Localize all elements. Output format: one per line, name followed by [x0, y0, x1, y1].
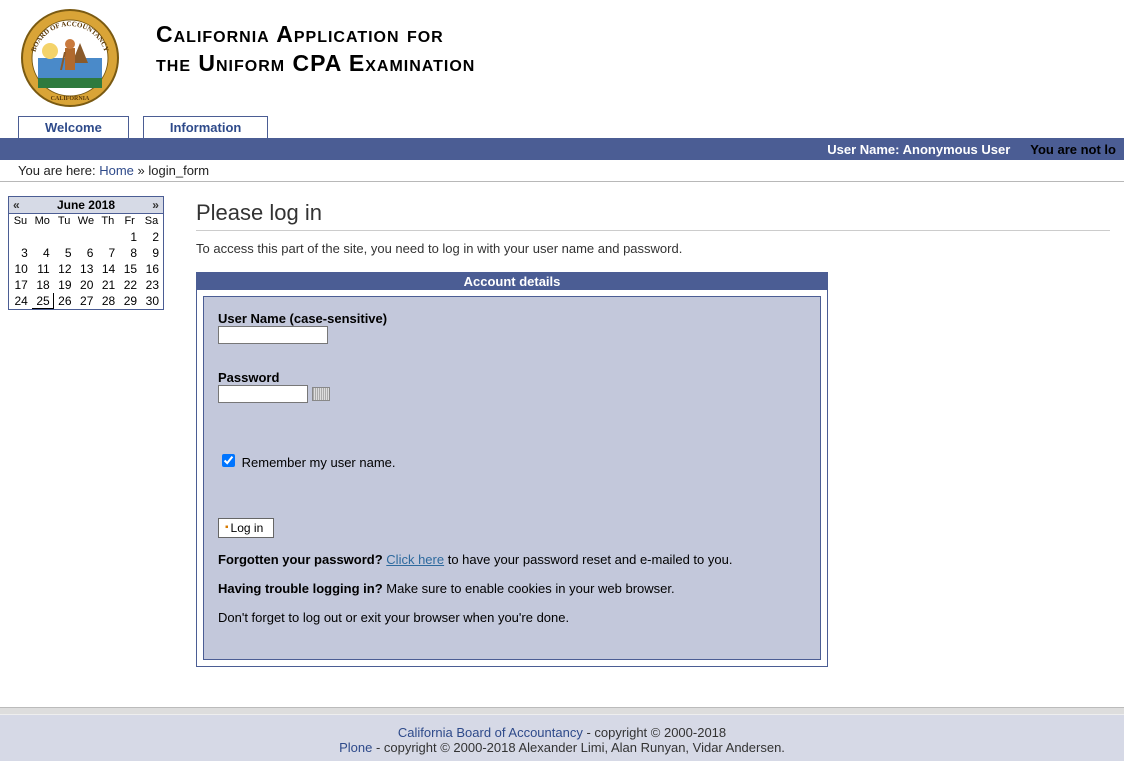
- calendar-dow: Sa: [141, 214, 163, 229]
- calendar-day[interactable]: 6: [75, 245, 97, 261]
- calendar-day[interactable]: 5: [53, 245, 75, 261]
- page-title: Please log in: [196, 200, 1110, 231]
- calendar-day: [97, 229, 119, 245]
- calendar-day[interactable]: 3: [10, 245, 32, 261]
- calendar-dow: Su: [10, 214, 32, 229]
- password-input[interactable]: [218, 385, 308, 403]
- calendar-day: [53, 229, 75, 245]
- calendar-day[interactable]: 7: [97, 245, 119, 261]
- app-title-line2: the Uniform CPA Examination: [156, 49, 475, 78]
- calendar-day[interactable]: 9: [141, 245, 163, 261]
- calendar-day[interactable]: 18: [31, 277, 53, 293]
- remember-checkbox[interactable]: [222, 454, 235, 467]
- calendar-next-button[interactable]: »: [150, 198, 161, 212]
- calendar-day: [10, 229, 32, 245]
- bullet-icon: ▪: [225, 523, 229, 533]
- breadcrumb: You are here: Home » login_form: [0, 160, 1124, 182]
- trouble-strong: Having trouble logging in?: [218, 581, 383, 596]
- calendar-prev-button[interactable]: «: [11, 198, 22, 212]
- account-heading: Account details: [197, 273, 827, 290]
- user-status-bar: User Name: Anonymous User You are not lo: [0, 138, 1124, 160]
- calendar-day[interactable]: 26: [53, 293, 75, 309]
- calendar-day[interactable]: 22: [119, 277, 141, 293]
- username-label: User Name (case-sensitive): [218, 311, 806, 326]
- calendar-dow: Fr: [119, 214, 141, 229]
- footer-link-plone[interactable]: Plone: [339, 740, 372, 755]
- calendar-widget: « June 2018 » SuMoTuWeThFrSa 12345678910…: [8, 196, 164, 310]
- calendar-day[interactable]: 29: [119, 293, 141, 309]
- calendar-day[interactable]: 24: [10, 293, 32, 309]
- footer: California Board of Accountancy - copyri…: [0, 715, 1124, 761]
- calendar-dow: Tu: [53, 214, 75, 229]
- calendar-day[interactable]: 25: [31, 293, 53, 309]
- calendar-day[interactable]: 14: [97, 261, 119, 277]
- remember-label-wrap[interactable]: Remember my user name.: [218, 455, 396, 470]
- calendar-day[interactable]: 20: [75, 277, 97, 293]
- footer-line1-rest: - copyright © 2000-2018: [586, 725, 726, 740]
- calendar-dow: We: [75, 214, 97, 229]
- calendar-grid: SuMoTuWeThFrSa 1234567891011121314151617…: [9, 214, 163, 309]
- calendar-day[interactable]: 17: [10, 277, 32, 293]
- virtual-keyboard-icon[interactable]: [312, 387, 330, 401]
- login-button[interactable]: ▪ Log in: [218, 518, 274, 538]
- login-status-text: You are not lo: [1030, 142, 1116, 157]
- calendar-day[interactable]: 12: [53, 261, 75, 277]
- calendar-day: [31, 229, 53, 245]
- calendar-day[interactable]: 13: [75, 261, 97, 277]
- calendar-dow: Th: [97, 214, 119, 229]
- password-label: Password: [218, 370, 806, 385]
- svg-text:CALIFORNIA: CALIFORNIA: [51, 96, 90, 102]
- remember-label: Remember my user name.: [242, 455, 396, 470]
- calendar-day[interactable]: 16: [141, 261, 163, 277]
- breadcrumb-home-link[interactable]: Home: [99, 163, 134, 178]
- agency-seal-icon: BOARD OF ACCOUNTANCY CALIFORNIA: [20, 8, 120, 108]
- forgot-strong: Forgotten your password?: [218, 552, 383, 567]
- app-title: California Application for the Uniform C…: [120, 8, 475, 78]
- forgot-password-link[interactable]: Click here: [386, 552, 444, 567]
- username-input[interactable]: [218, 326, 328, 344]
- calendar-day[interactable]: 11: [31, 261, 53, 277]
- calendar-day[interactable]: 19: [53, 277, 75, 293]
- logout-reminder: Don't forget to log out or exit your bro…: [218, 610, 806, 625]
- user-label: User Name:: [827, 142, 899, 157]
- footer-line2-rest: - copyright © 2000-2018 Alexander Limi, …: [376, 740, 785, 755]
- calendar-dow: Mo: [31, 214, 53, 229]
- intro-text: To access this part of the site, you nee…: [196, 241, 1110, 256]
- breadcrumb-sep: »: [138, 163, 145, 178]
- calendar-day[interactable]: 8: [119, 245, 141, 261]
- user-name-value: Anonymous User: [903, 142, 1011, 157]
- calendar-day[interactable]: 2: [141, 229, 163, 245]
- account-panel: Account details User Name (case-sensitiv…: [196, 272, 828, 667]
- breadcrumb-current: login_form: [148, 163, 209, 178]
- footer-link-cba[interactable]: California Board of Accountancy: [398, 725, 583, 740]
- tab-information[interactable]: Information: [143, 116, 269, 138]
- calendar-title: June 2018: [57, 198, 115, 212]
- calendar-day[interactable]: 15: [119, 261, 141, 277]
- calendar-day[interactable]: 4: [31, 245, 53, 261]
- calendar-day[interactable]: 23: [141, 277, 163, 293]
- calendar-day: [75, 229, 97, 245]
- calendar-day[interactable]: 10: [10, 261, 32, 277]
- calendar-day[interactable]: 28: [97, 293, 119, 309]
- calendar-day[interactable]: 30: [141, 293, 163, 309]
- breadcrumb-prefix: You are here:: [18, 163, 96, 178]
- forgot-rest: to have your password reset and e-mailed…: [448, 552, 733, 567]
- calendar-day[interactable]: 21: [97, 277, 119, 293]
- app-title-line1: California Application for: [156, 20, 475, 49]
- trouble-rest: Make sure to enable cookies in your web …: [386, 581, 674, 596]
- calendar-day[interactable]: 27: [75, 293, 97, 309]
- tab-welcome[interactable]: Welcome: [18, 116, 129, 138]
- login-button-label: Log in: [231, 521, 264, 535]
- calendar-day[interactable]: 1: [119, 229, 141, 245]
